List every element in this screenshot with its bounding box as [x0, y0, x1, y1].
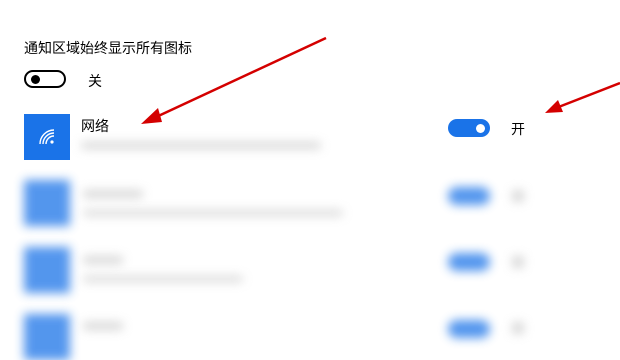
annotation-arrows [141, 36, 620, 124]
arrow-head [545, 100, 563, 113]
arrow-to-network-label [153, 36, 327, 120]
arrow-to-network-toggle [555, 81, 620, 110]
arrow-head [141, 108, 162, 124]
